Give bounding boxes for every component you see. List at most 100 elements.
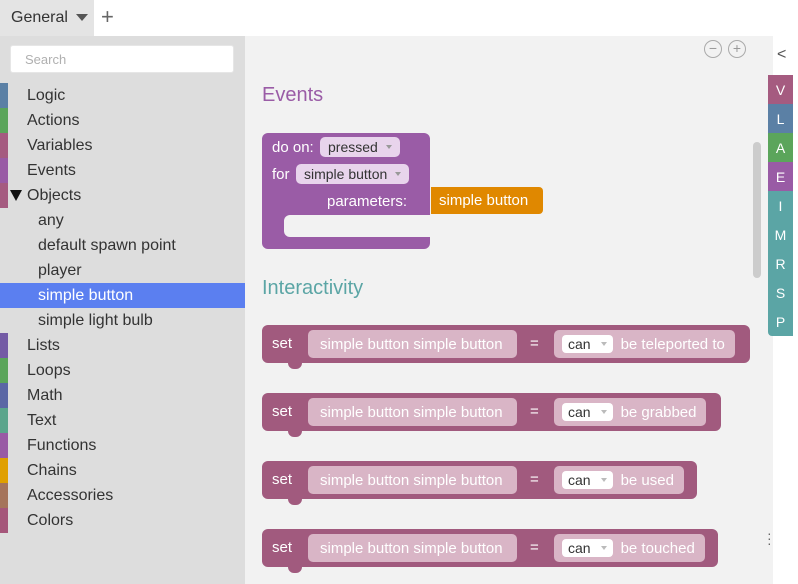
object-variable-value: simple button simple button xyxy=(320,403,503,421)
category-color-swatch xyxy=(0,383,8,408)
tab-bar: General + xyxy=(0,0,798,36)
set-interaction-block[interactable]: set simple button simple button = can be tel… xyxy=(262,325,750,369)
category-item[interactable]: any xyxy=(0,208,245,233)
vertical-scrollbar[interactable] xyxy=(753,142,761,278)
category-item[interactable]: Functions xyxy=(0,433,245,458)
parameter-block[interactable]: simple button xyxy=(431,187,543,214)
tab-general[interactable]: General xyxy=(0,0,94,36)
zoom-out-icon[interactable]: − xyxy=(704,40,722,58)
category-label: Objects xyxy=(27,186,82,204)
set-interaction-block[interactable]: set simple button simple button = can be tou… xyxy=(262,529,718,573)
action-label: be teleported to xyxy=(620,335,725,353)
category-item[interactable]: Logic xyxy=(0,83,245,108)
for-label: for xyxy=(272,166,290,183)
object-variable-input[interactable]: simple button simple button xyxy=(308,398,517,426)
object-variable-input[interactable]: simple button simple button xyxy=(308,534,517,562)
category-color-swatch xyxy=(0,433,8,458)
expand-triangle-icon[interactable] xyxy=(10,190,22,201)
category-label: Text xyxy=(27,411,57,429)
dropdown-arrow-icon xyxy=(385,145,392,149)
category-label: Actions xyxy=(27,111,80,129)
category-item[interactable]: Chains xyxy=(0,458,245,483)
category-color-swatch xyxy=(0,458,8,483)
events-section-title: Events xyxy=(262,84,324,106)
set-label: set xyxy=(272,335,293,352)
permission-input: can be used xyxy=(554,466,684,494)
set-interaction-block[interactable]: set simple button simple button = can be gra… xyxy=(262,393,721,437)
can-dropdown[interactable]: can xyxy=(562,403,613,421)
parameter-value: simple button xyxy=(439,192,529,209)
can-dropdown[interactable]: can xyxy=(562,471,613,489)
permission-input: can be grabbed xyxy=(554,398,707,426)
dropdown-arrow-icon xyxy=(600,410,607,414)
block-connector xyxy=(288,361,302,369)
category-color-swatch xyxy=(0,158,8,183)
set-label: set xyxy=(272,471,293,488)
category-item[interactable]: Objects xyxy=(0,183,245,208)
category-list: Logic Actions Variables Events Objects any def… xyxy=(0,83,245,533)
category-shortcut-r[interactable]: R xyxy=(768,249,793,278)
category-item[interactable]: default spawn point xyxy=(0,233,245,258)
category-item[interactable]: Actions xyxy=(0,108,245,133)
category-shortcut-e[interactable]: E xyxy=(768,162,793,191)
category-label: Loops xyxy=(27,361,71,379)
category-item[interactable]: player xyxy=(0,258,245,283)
category-color-swatch xyxy=(0,183,8,208)
category-label: any xyxy=(38,211,64,229)
object-variable-input[interactable]: simple button simple button xyxy=(308,466,517,494)
category-color-swatch xyxy=(0,108,8,133)
category-item[interactable]: Events xyxy=(0,158,245,183)
category-item[interactable]: Math xyxy=(0,383,245,408)
category-item[interactable]: Text xyxy=(0,408,245,433)
category-color-swatch xyxy=(0,358,8,383)
set-interaction-block[interactable]: set simple button simple button = can be use… xyxy=(262,461,697,505)
can-value: can xyxy=(568,336,591,352)
category-label: Lists xyxy=(27,336,60,354)
interactivity-section-title: Interactivity xyxy=(262,277,364,299)
search-input[interactable] xyxy=(10,45,234,73)
category-item[interactable]: Colors xyxy=(0,508,245,533)
category-shortcut-s[interactable]: S xyxy=(768,278,793,307)
dropdown-arrow-icon xyxy=(395,172,402,176)
collapse-panel-icon[interactable]: < xyxy=(777,46,786,64)
action-label: be used xyxy=(620,471,674,489)
object-variable-input[interactable]: simple button simple button xyxy=(308,330,517,358)
can-value: can xyxy=(568,404,591,420)
category-item[interactable]: simple button xyxy=(0,283,245,308)
can-dropdown[interactable]: can xyxy=(562,539,613,557)
category-item[interactable]: Variables xyxy=(0,133,245,158)
category-shortcut-v[interactable]: V xyxy=(768,75,793,104)
category-color-swatch xyxy=(0,508,8,533)
category-shortcut-m[interactable]: M xyxy=(768,220,793,249)
more-vertical-icon[interactable]: · · · xyxy=(767,526,772,550)
category-item[interactable]: Accessories xyxy=(0,483,245,508)
event-block[interactable]: do on: pressed for simple button paramet… xyxy=(262,133,430,249)
category-item[interactable]: Lists xyxy=(0,333,245,358)
object-dropdown[interactable]: simple button xyxy=(296,164,410,184)
category-sidebar: Logic Actions Variables Events Objects any def… xyxy=(0,36,245,584)
zoom-in-icon[interactable]: + xyxy=(728,40,746,58)
category-shortcut-i[interactable]: I xyxy=(768,191,793,220)
set-label: set xyxy=(272,539,293,556)
chevron-down-icon[interactable] xyxy=(76,14,88,21)
category-color-swatch xyxy=(0,408,8,433)
category-color-swatch xyxy=(0,133,8,158)
category-item[interactable]: Loops xyxy=(0,358,245,383)
do-on-label: do on: xyxy=(272,139,314,156)
event-type-dropdown[interactable]: pressed xyxy=(320,137,400,157)
can-value: can xyxy=(568,540,591,556)
category-label: Colors xyxy=(27,511,74,529)
category-item[interactable]: simple light bulb xyxy=(0,308,245,333)
parameters-label: parameters: xyxy=(327,193,408,210)
can-dropdown[interactable]: can xyxy=(562,335,613,353)
category-shortcut-p[interactable]: P xyxy=(768,307,793,336)
category-shortcut-a[interactable]: A xyxy=(768,133,793,162)
category-shortcut-l[interactable]: L xyxy=(768,104,793,133)
statement-slot xyxy=(284,215,430,237)
dropdown-arrow-icon xyxy=(600,478,607,482)
add-tab-icon[interactable]: + xyxy=(101,5,114,29)
category-label: Variables xyxy=(27,136,93,154)
category-label: Chains xyxy=(27,461,77,479)
blocks-workspace[interactable]: − + Events do on: pressed for simple but… xyxy=(245,36,773,584)
category-label: default spawn point xyxy=(38,236,176,254)
